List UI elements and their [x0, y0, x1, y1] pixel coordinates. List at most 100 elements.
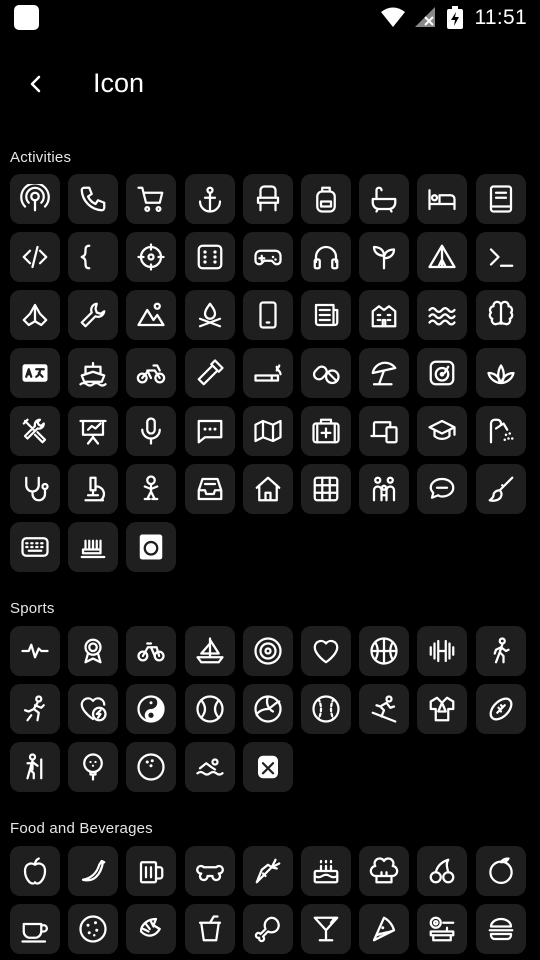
carrot-tile[interactable]	[242, 846, 293, 896]
medal-tile[interactable]	[68, 626, 119, 676]
bone-tile[interactable]	[184, 846, 235, 896]
graduation-cap-tile[interactable]	[417, 406, 468, 456]
keyboard-tile[interactable]	[10, 522, 60, 572]
motorcycle-tile[interactable]	[126, 348, 177, 398]
golf-ball-tile[interactable]	[68, 742, 119, 792]
newspaper-tile[interactable]	[301, 290, 351, 340]
washing-machine-tile[interactable]	[126, 522, 177, 572]
mountains-tile[interactable]	[126, 290, 177, 340]
wrench-tile[interactable]	[68, 290, 119, 340]
football-tile[interactable]	[475, 684, 526, 734]
podcast-tile[interactable]	[10, 174, 60, 224]
basketball-tile[interactable]	[359, 626, 410, 676]
plant-tile[interactable]	[359, 232, 410, 282]
apple-tile[interactable]	[10, 846, 60, 896]
gamepad-tile[interactable]	[242, 232, 293, 282]
target-tile[interactable]	[242, 626, 293, 676]
hiking-tile[interactable]	[10, 742, 60, 792]
baseball-tile[interactable]	[301, 684, 351, 734]
lotus-tile[interactable]	[475, 348, 526, 398]
heartbeat-tile[interactable]	[10, 626, 60, 676]
croissant-tile[interactable]	[126, 904, 177, 954]
volleyball-tile[interactable]	[242, 684, 293, 734]
skiing-tile[interactable]	[359, 684, 410, 734]
stethoscope-tile[interactable]	[10, 464, 60, 514]
baby-tile[interactable]	[126, 464, 177, 514]
cookie-tile[interactable]	[68, 904, 119, 954]
vinyl-record-tile[interactable]	[417, 348, 468, 398]
beach-umbrella-tile[interactable]	[359, 348, 410, 398]
terminal-tile[interactable]	[475, 232, 526, 282]
shopping-cart-tile[interactable]	[126, 174, 177, 224]
heart-tile[interactable]	[301, 626, 351, 676]
waves-tile[interactable]	[417, 290, 468, 340]
orange-tile[interactable]	[475, 846, 526, 896]
judo-tile[interactable]	[417, 684, 468, 734]
yin-yang-tile[interactable]	[126, 684, 177, 734]
inbox-tray-tile[interactable]	[184, 464, 235, 514]
boxing-glove-tile[interactable]	[242, 742, 293, 792]
dice-tile[interactable]	[184, 232, 235, 282]
backpack-tile[interactable]	[301, 174, 351, 224]
coffee-cup-tile[interactable]	[10, 904, 60, 954]
swimming-tile[interactable]	[184, 742, 235, 792]
pizza-slice-tile[interactable]	[359, 904, 410, 954]
cocktail-tile[interactable]	[301, 904, 351, 954]
first-aid-kit-tile[interactable]	[301, 406, 351, 456]
drink-cup-tile[interactable]	[184, 904, 235, 954]
tennis-ball-tile[interactable]	[184, 684, 235, 734]
paint-brush-tile[interactable]	[475, 464, 526, 514]
grid-tile[interactable]	[301, 464, 351, 514]
microphone-tile[interactable]	[126, 406, 177, 456]
running-person-tile[interactable]	[10, 684, 60, 734]
walking-person-tile[interactable]	[475, 626, 526, 676]
bed-tile[interactable]	[417, 174, 468, 224]
tent-tile[interactable]	[417, 232, 468, 282]
brain-tile[interactable]	[475, 290, 526, 340]
translate-tile[interactable]	[10, 348, 60, 398]
family-tile[interactable]	[359, 464, 410, 514]
cooking-tile[interactable]	[417, 904, 468, 954]
cake-tile[interactable]	[301, 846, 351, 896]
pills-tile[interactable]	[301, 348, 351, 398]
chair-tile[interactable]	[242, 174, 293, 224]
dumbbell-tile[interactable]	[417, 626, 468, 676]
mobile-phone-tile[interactable]	[242, 290, 293, 340]
phone-tile[interactable]	[68, 174, 119, 224]
banana-tile[interactable]	[68, 846, 119, 896]
chef-hat-tile[interactable]	[359, 846, 410, 896]
code-tile[interactable]	[10, 232, 60, 282]
heart-bolt-tile[interactable]	[68, 684, 119, 734]
sailboat-tile[interactable]	[184, 626, 235, 676]
shower-tile[interactable]	[475, 406, 526, 456]
beer-mug-tile[interactable]	[126, 846, 177, 896]
hamburger-tile[interactable]	[475, 904, 526, 954]
headphones-tile[interactable]	[301, 232, 351, 282]
book-tile[interactable]	[475, 174, 526, 224]
hammer-tile[interactable]	[184, 348, 235, 398]
building-tile[interactable]	[359, 290, 410, 340]
presentation-tile[interactable]	[68, 406, 119, 456]
toothbrush-tile[interactable]	[68, 522, 119, 572]
crosshair-tile[interactable]	[126, 232, 177, 282]
ship-tile[interactable]	[68, 348, 119, 398]
tools-tile[interactable]	[10, 406, 60, 456]
microscope-tile[interactable]	[68, 464, 119, 514]
bowling-ball-tile[interactable]	[126, 742, 177, 792]
campfire-tile[interactable]	[184, 290, 235, 340]
back-button[interactable]	[18, 66, 54, 102]
chicken-leg-tile[interactable]	[242, 904, 293, 954]
curly-braces-tile[interactable]	[68, 232, 119, 282]
cherries-tile[interactable]	[417, 846, 468, 896]
house-tile[interactable]	[242, 464, 293, 514]
chat-bubble-tile[interactable]	[417, 464, 468, 514]
cake-icon	[313, 859, 339, 884]
bathtub-tile[interactable]	[359, 174, 410, 224]
cigarette-tile[interactable]	[242, 348, 293, 398]
anchor-tile[interactable]	[184, 174, 235, 224]
bicycle-tile[interactable]	[126, 626, 177, 676]
praying-hands-tile[interactable]	[10, 290, 60, 340]
map-tile[interactable]	[242, 406, 293, 456]
devices-tile[interactable]	[359, 406, 410, 456]
chat-dots-tile[interactable]	[184, 406, 235, 456]
